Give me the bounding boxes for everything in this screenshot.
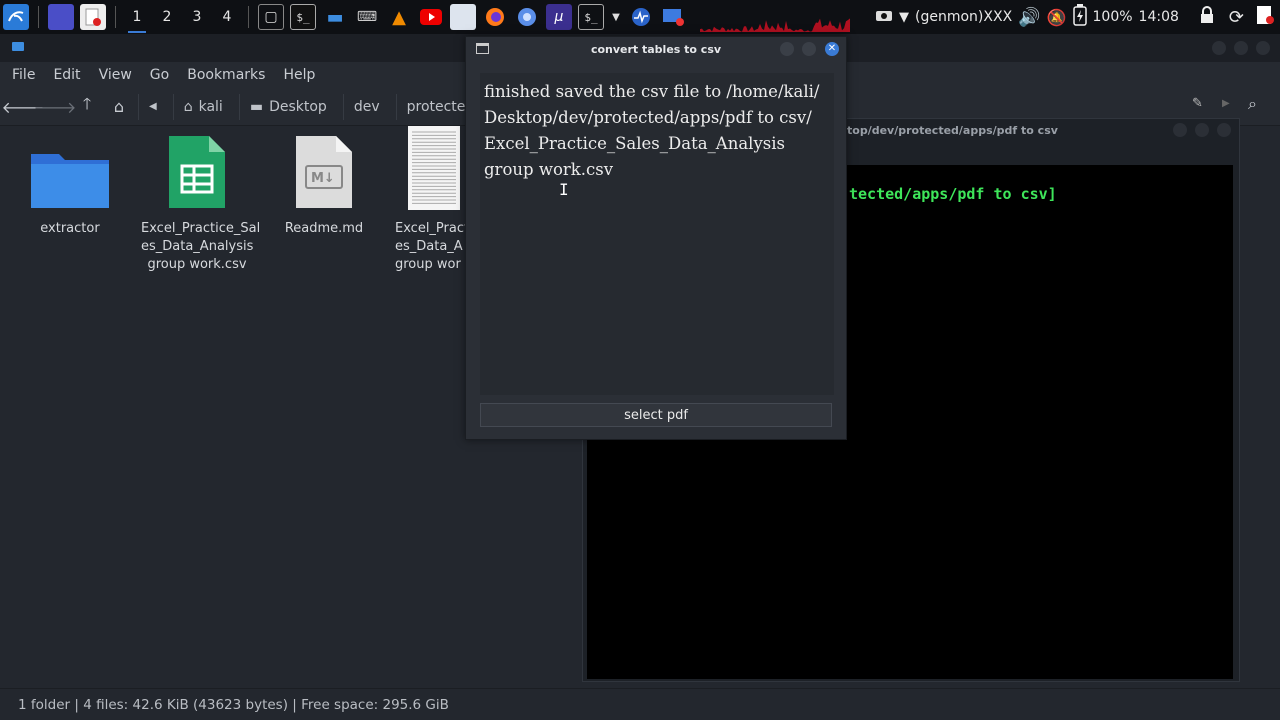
pdf-app-icon[interactable] [1256,5,1274,29]
spreadsheet-icon [133,126,261,210]
menu-file[interactable]: File [12,67,35,83]
output-line: Desktop/dev/protected/apps/pdf to csv/ [484,108,812,127]
chevron-down-icon[interactable]: ▼ [610,4,622,30]
lock-icon[interactable] [1199,6,1215,28]
minimize-button[interactable] [1173,123,1187,137]
vlc-icon[interactable]: ▲ [386,4,412,30]
breadcrumb-right-chevron-icon[interactable]: ▶ [1222,98,1230,109]
search-icon[interactable]: ⌕ [1248,94,1257,114]
document-viewer-icon[interactable] [80,4,106,30]
genmon-label[interactable]: (genmon)XXX [915,9,1012,25]
file-label: Excel_Pract es_Data_A group wor [395,221,470,272]
keyboard-icon[interactable]: ⌨ [354,4,380,30]
firefox-icon[interactable] [482,4,508,30]
battery-percent: 100% [1092,9,1133,25]
maximize-button[interactable] [1195,123,1209,137]
file-manager-window-icon[interactable] [450,4,476,30]
terminal-window-icon[interactable]: $_ [578,4,604,30]
folder-icon [6,126,134,210]
mu-editor-icon[interactable]: μ [546,4,572,30]
output-text-area[interactable]: finished saved the csv file to /home/kal… [480,73,834,395]
menu-bookmarks[interactable]: Bookmarks [187,67,265,83]
svg-text:M↓: M↓ [311,171,335,186]
maximize-button[interactable] [1234,41,1248,55]
output-line: finished saved the csv file to /home/kal… [484,82,820,101]
forward-arrow-icon[interactable]: 🡒 [34,94,77,120]
file-label: extractor [40,221,100,236]
youtube-icon[interactable] [418,4,444,30]
desktop-icon: ▬ [249,98,264,115]
breadcrumb-kali[interactable]: ⌂ kali [172,93,233,120]
top-panel: 1 2 3 4 ▢ $_ ▬ ⌨ ▲ μ $_ ▼ ▼ (genmon)XXX … [0,0,1280,34]
breadcrumb-label: kali [198,98,223,115]
breadcrumb-desktop[interactable]: ▬ Desktop [238,93,337,120]
camera-icon[interactable] [875,8,893,26]
status-bar: 1 folder | 4 files: 42.6 KiB (43623 byte… [0,688,1280,720]
workspace-4[interactable]: 4 [212,0,242,34]
menu-help[interactable]: Help [283,67,315,83]
breadcrumb-dev[interactable]: dev [342,93,390,120]
close-button[interactable] [1217,123,1231,137]
volume-icon[interactable]: 🔊 [1018,7,1040,28]
chromium-icon[interactable] [514,4,540,30]
markdown-icon: M↓ [260,126,388,210]
logout-icon[interactable]: ⟳ [1229,7,1244,28]
menu-go[interactable]: Go [150,67,169,83]
workspace-1[interactable]: 1 [122,0,152,34]
file-item-readme[interactable]: M↓ Readme.md [260,126,388,238]
window-list-icon[interactable]: ▢ [258,4,284,30]
file-label: Readme.md [284,221,364,236]
menu-edit[interactable]: Edit [53,67,80,83]
wifi-icon[interactable]: ▼ [899,10,909,25]
terminal-prompt-line: tected/apps/pdf to csv] [849,185,1057,203]
panel-separator [38,6,39,28]
window-icon [476,43,489,54]
edit-path-icon[interactable]: ✎ [1192,96,1203,111]
text-cursor-icon: I [559,180,569,199]
breadcrumb-left-chevron-icon[interactable]: ◀ [138,93,167,120]
notifications-muted-icon[interactable]: 🔕 [1047,8,1067,27]
cpu-graph [700,8,850,32]
dialog-titlebar: convert tables to csv ✕ [466,37,846,61]
convert-dialog: convert tables to csv ✕ finished saved t… [465,36,847,440]
workspace-2[interactable]: 2 [152,0,182,34]
terminal-launcher-icon[interactable]: $_ [290,4,316,30]
up-arrow-icon[interactable]: 🡑 [74,94,100,120]
dialog-title: convert tables to csv [590,42,722,56]
folder-icon [12,42,24,51]
clock[interactable]: 14:08 [1139,9,1179,25]
home-icon[interactable]: ⌂ [106,94,132,120]
screen-recorder-icon[interactable] [660,4,686,30]
panel-separator [248,6,249,28]
output-line: group work.csv [484,160,614,179]
workspace-3[interactable]: 3 [182,0,212,34]
panel-separator [115,6,116,28]
back-arrow-icon[interactable]: 🡐 [2,94,45,120]
file-label: Excel_Practice_Sal es_Data_Analysis grou… [141,221,261,272]
select-pdf-button[interactable]: select pdf [480,403,832,427]
activity-monitor-icon[interactable] [628,4,654,30]
file-item-csv[interactable]: Excel_Practice_Sal es_Data_Analysis grou… [133,126,261,274]
system-tray: ▼ (genmon)XXX 🔊 🔕 100% 14:08 ⟳ [875,0,1280,34]
menu-view[interactable]: View [99,67,132,83]
home-icon: ⌂ [183,98,193,115]
battery-icon[interactable] [1072,4,1087,30]
minimize-button[interactable] [1212,41,1226,55]
close-button[interactable] [1256,41,1270,55]
show-desktop-icon[interactable] [48,4,74,30]
breadcrumb-label: Desktop [269,98,327,115]
kali-menu-icon[interactable] [3,4,29,30]
output-line: Excel_Practice_Sales_Data_Analysis [484,134,785,153]
close-button[interactable]: ✕ [825,42,839,56]
minimize-button[interactable] [780,42,794,56]
files-launcher-icon[interactable]: ▬ [322,4,348,30]
maximize-button[interactable] [802,42,816,56]
file-item-extractor[interactable]: extractor [6,126,134,238]
